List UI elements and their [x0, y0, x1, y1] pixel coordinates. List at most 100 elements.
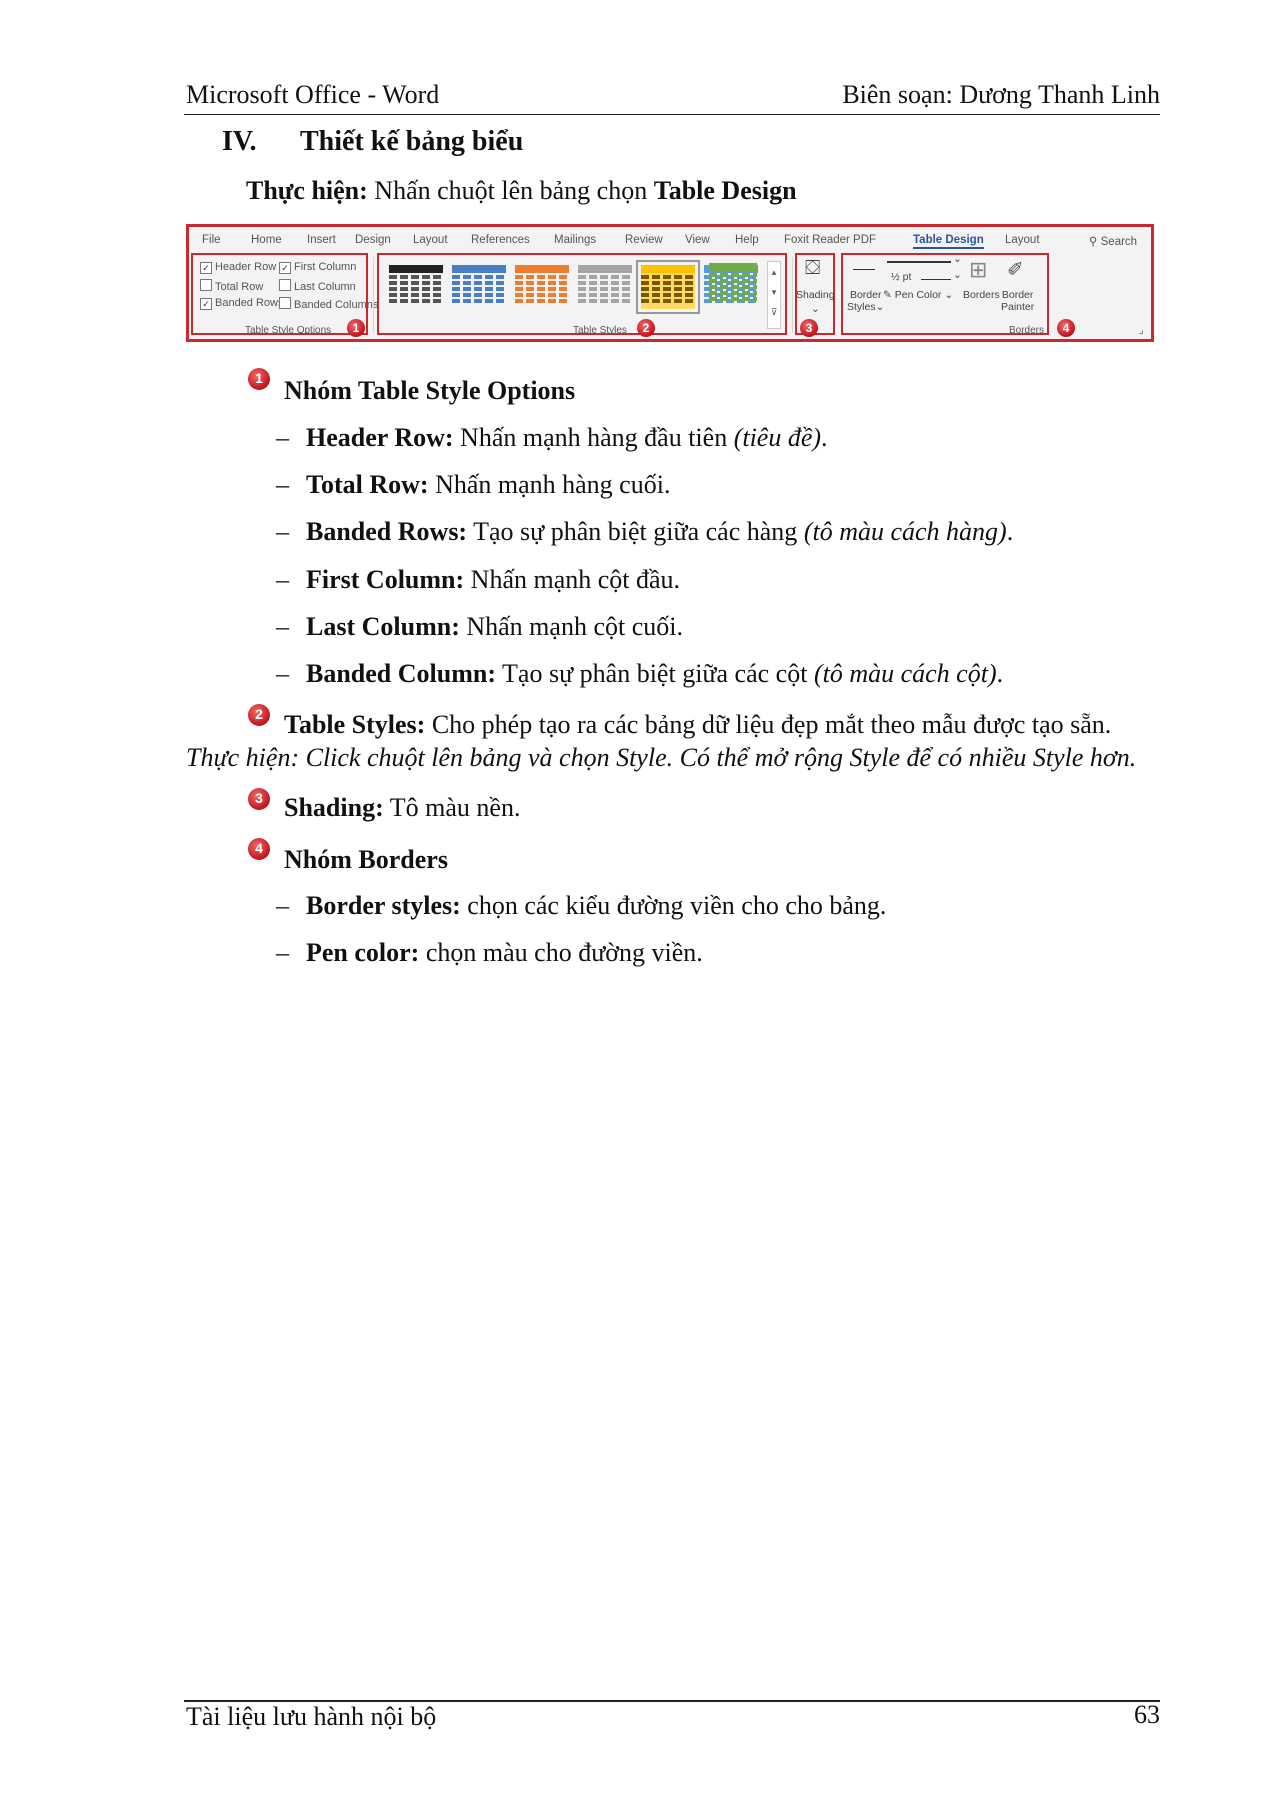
item-text: Tạo sự phân biệt giữa các hàng: [467, 517, 804, 546]
option-banded-columns[interactable]: Banded Columns: [279, 297, 378, 311]
dialog-launcher-icon[interactable]: ⌟: [1139, 325, 1144, 336]
group-separator: [373, 257, 374, 333]
item-label: Table Styles:: [284, 710, 426, 739]
tab-references[interactable]: References: [471, 234, 530, 246]
pen-weight[interactable]: ½ pt: [891, 271, 911, 283]
checkbox-banded-columns[interactable]: [279, 297, 291, 309]
item-text: chọn màu cho đường viền.: [419, 938, 703, 967]
option-label: Last Column: [294, 281, 356, 293]
group2-label: Table Styles: [573, 325, 627, 336]
pen-icon: ✎: [883, 289, 892, 301]
chevron-down-icon[interactable]: ⌄: [811, 303, 820, 315]
checkbox-total-row[interactable]: [200, 279, 212, 291]
item-text: Tạo sự phân biệt giữa các cột: [496, 659, 814, 688]
list-item-header-row: Header Row: Nhấn mạnh hàng đầu tiên (tiê…: [306, 423, 828, 453]
tab-review[interactable]: Review: [625, 234, 663, 246]
option-label: First Column: [294, 261, 357, 273]
border-styles-button[interactable]: Border Styles⌄: [847, 289, 884, 313]
chevron-down-icon[interactable]: ⌄: [953, 253, 962, 265]
item-label: Border styles:: [306, 891, 461, 920]
tab-home[interactable]: Home: [251, 234, 282, 246]
item-label: Shading:: [284, 793, 384, 822]
item-text: Cho phép tạo ra các bảng dữ liệu đẹp mắt…: [425, 710, 1112, 739]
item-text: Nhấn mạnh hàng đầu tiên: [453, 423, 734, 452]
checkbox-header-row[interactable]: ✓: [200, 262, 212, 274]
item-label: Pen color:: [306, 938, 420, 967]
table-style-4[interactable]: [578, 265, 632, 309]
table-style-2[interactable]: [452, 265, 506, 309]
header-right: Biên soạn: Dương Thanh Linh: [842, 80, 1160, 109]
line-style-dropdown[interactable]: [887, 261, 951, 263]
border-painter-button[interactable]: Border Painter: [1001, 289, 1034, 313]
checkbox-banded-rows[interactable]: ✓: [200, 298, 212, 310]
group1-label: Table Style Options: [245, 325, 332, 336]
tab-design[interactable]: Design: [355, 234, 391, 246]
table-style-3[interactable]: [515, 265, 569, 309]
shading-desc: Shading: Tô màu nền.: [284, 793, 520, 823]
pen-color-button[interactable]: ✎ Pen Color ⌄: [883, 289, 953, 301]
tab-view[interactable]: View: [685, 234, 710, 246]
marker-3: 3: [800, 319, 818, 337]
bullet-marker-4: 4: [248, 838, 270, 860]
tab-foxit[interactable]: Foxit Reader PDF: [784, 234, 876, 246]
tab-layout[interactable]: Layout: [413, 234, 448, 246]
ribbon-tabs: File Home Insert Design Layout Reference…: [189, 227, 1151, 253]
list-item-first-column: First Column: Nhấn mạnh cột đầu.: [306, 565, 680, 595]
table-style-1[interactable]: [389, 265, 443, 309]
tab-file[interactable]: File: [202, 234, 221, 246]
group4-title: Nhóm Borders: [284, 845, 448, 874]
list-dash: –: [276, 891, 289, 920]
item-label: Last Column:: [306, 612, 460, 641]
item-text: Nhấn mạnh cột cuối.: [459, 612, 683, 641]
option-last-column[interactable]: Last Column: [279, 279, 356, 293]
document-page: Microsoft Office - Word Biên soạn: Dương…: [0, 0, 1272, 1800]
option-label: Header Row: [215, 261, 277, 273]
table-styles-note: Thực hiện: Click chuột lên bảng và chọn …: [186, 743, 1137, 772]
list-dash: –: [276, 938, 289, 967]
chevron-down-icon[interactable]: ⌄: [953, 269, 962, 281]
marker-2: 2: [637, 319, 655, 337]
border-styles-label-2: Styles: [847, 301, 876, 313]
option-label: Total Row: [215, 281, 264, 293]
tab-insert[interactable]: Insert: [307, 234, 336, 246]
borders-button[interactable]: Borders: [963, 289, 1000, 301]
pen-color-label: Pen Color: [894, 289, 942, 301]
group4-label: Borders: [1009, 325, 1045, 336]
group-borders: Border Styles⌄ ⌄ ½ pt ⌄ ✎ Pen Color ⌄ ⊞ B…: [841, 253, 1049, 335]
checkbox-last-column[interactable]: [279, 279, 291, 291]
section-intro: Thực hiện: Nhấn chuột lên bảng chọn Tabl…: [246, 176, 797, 206]
border-line-icon: [853, 269, 875, 270]
option-first-column[interactable]: ✓ First Column: [279, 261, 356, 274]
marker-1: 1: [347, 319, 365, 337]
section-number: IV.: [222, 126, 257, 157]
item-text: Tô màu nền.: [383, 793, 521, 822]
item-label: Banded Rows:: [306, 517, 468, 546]
shading-button[interactable]: Shading: [796, 289, 835, 301]
border-painter-label-1: Border: [1001, 289, 1034, 301]
tab-table-layout[interactable]: Layout: [1005, 234, 1040, 246]
header-left: Microsoft Office - Word: [186, 80, 440, 109]
option-total-row[interactable]: Total Row: [200, 279, 263, 293]
list-dash: –: [276, 423, 289, 452]
item-label: Banded Column:: [306, 659, 496, 688]
option-header-row[interactable]: ✓ Header Row: [200, 261, 276, 274]
list-item-banded-rows: Banded Rows: Tạo sự phân biệt giữa các h…: [306, 517, 1013, 547]
section-title: Thiết kế bảng biểu: [300, 126, 524, 157]
search-box[interactable]: ⚲ Search: [1089, 234, 1137, 248]
table-style-5-selected[interactable]: [636, 260, 700, 314]
bullet-marker-3: 3: [248, 788, 270, 810]
styles-scrollbar[interactable]: ▴ ▾ ⊽: [767, 261, 781, 329]
item-label: First Column:: [306, 565, 465, 594]
list-item-last-column: Last Column: Nhấn mạnh cột cuối.: [306, 612, 683, 642]
intro-text: Nhấn chuột lên bảng chọn: [367, 176, 654, 205]
border-styles-label-1: Border: [849, 289, 882, 301]
checkbox-first-column[interactable]: ✓: [279, 262, 291, 274]
tab-help[interactable]: Help: [735, 234, 759, 246]
bullet-marker-1: 1: [248, 368, 270, 390]
marker-4: 4: [1057, 319, 1075, 337]
option-banded-rows[interactable]: ✓ Banded Rows: [200, 297, 284, 310]
tab-mailings[interactable]: Mailings: [554, 234, 596, 246]
tab-table-design[interactable]: Table Design: [913, 234, 984, 249]
option-label: Banded Rows: [215, 297, 284, 309]
table-style-7[interactable]: [709, 263, 757, 307]
